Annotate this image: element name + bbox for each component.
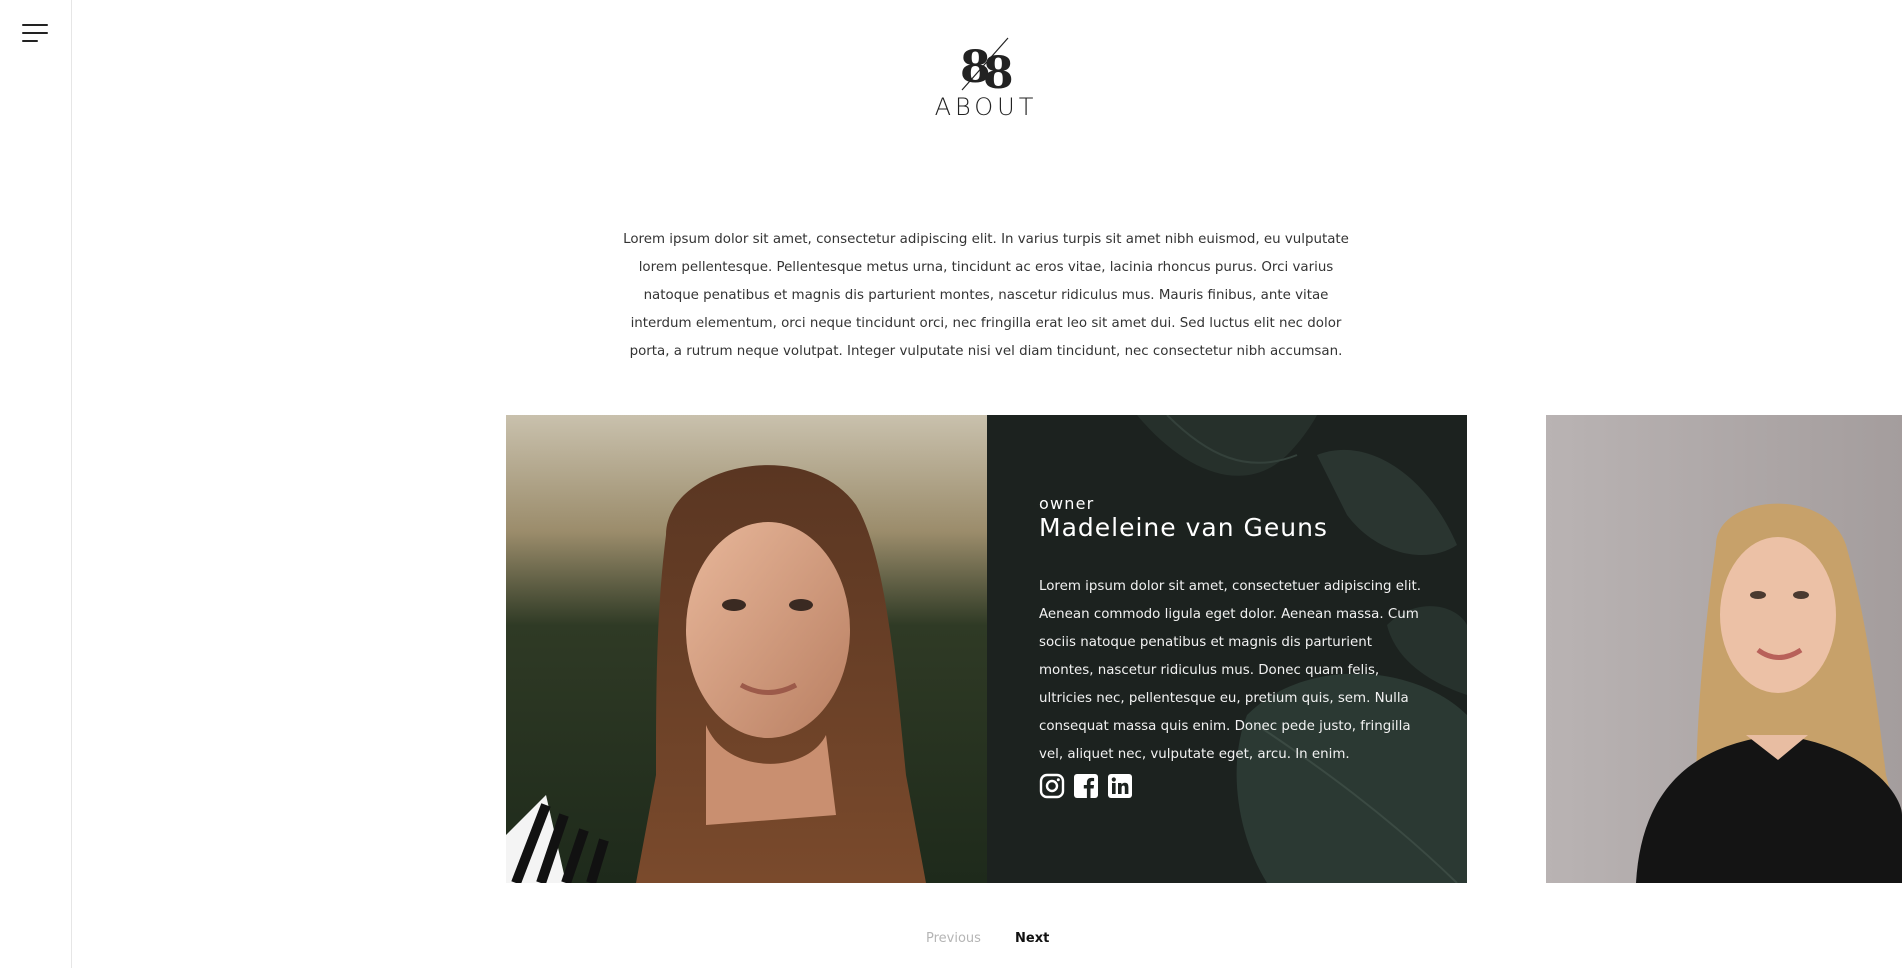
member-role: owner (1039, 494, 1095, 513)
linkedin-icon[interactable] (1107, 773, 1133, 799)
previous-button[interactable]: Previous (926, 931, 981, 946)
logo: 8 8 (958, 36, 1014, 99)
next-button[interactable]: Next (1015, 931, 1049, 946)
social-links (1039, 773, 1133, 799)
sidebar (0, 0, 72, 968)
facebook-icon[interactable] (1073, 773, 1099, 799)
instagram-icon[interactable] (1039, 773, 1065, 799)
intro-text: Lorem ipsum dolor sit amet, consectetur … (623, 232, 1349, 360)
svg-text:8: 8 (983, 48, 1012, 92)
next-team-member-photo (1546, 415, 1902, 883)
hamburger-menu-icon[interactable] (22, 24, 48, 44)
member-bio: Lorem ipsum dolor sit amet, consectetuer… (1039, 579, 1421, 763)
team-member-photo (506, 415, 987, 883)
team-member-info: owner Madeleine van Geuns Lorem ipsum do… (987, 415, 1467, 883)
page-title: ABOUT (934, 93, 1038, 121)
member-name: Madeleine van Geuns (1039, 513, 1328, 542)
team-member-card: owner Madeleine van Geuns Lorem ipsum do… (506, 415, 1467, 883)
